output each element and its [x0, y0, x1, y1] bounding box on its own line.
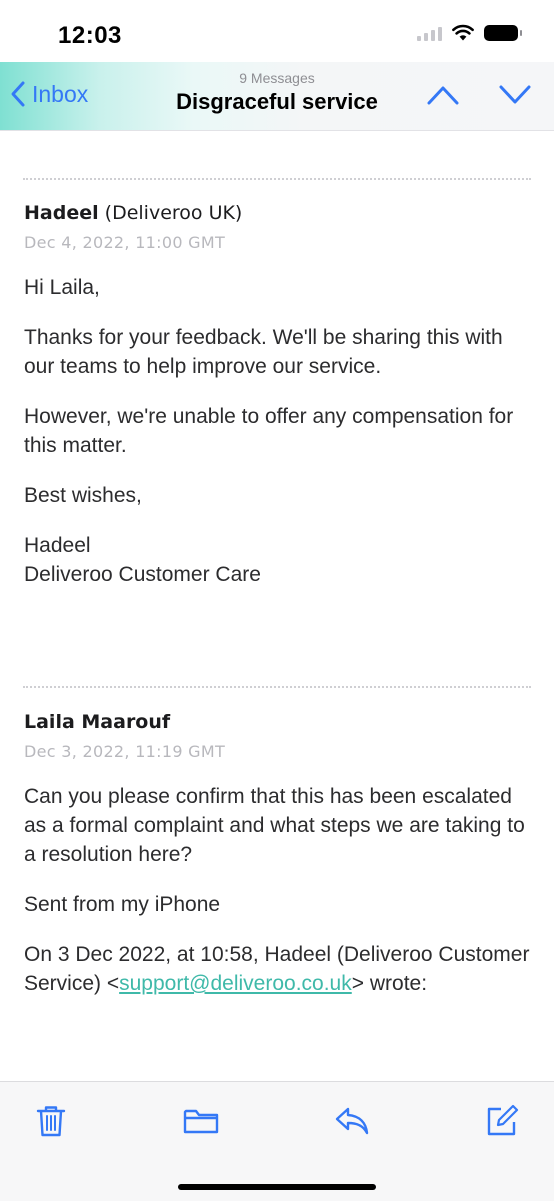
- compose-icon[interactable]: [485, 1104, 519, 1138]
- body-paragraph: However, we're unable to offer any compe…: [24, 405, 514, 457]
- body-paragraph: Hi Laila,: [24, 276, 100, 299]
- message-item[interactable]: Hadeel (Deliveroo UK) Dec 4, 2022, 11:00…: [24, 201, 534, 610]
- home-indicator[interactable]: [178, 1184, 376, 1190]
- trash-icon[interactable]: [36, 1104, 66, 1138]
- message-item[interactable]: Laila Maarouf Dec 3, 2022, 11:19 GMT Can…: [24, 710, 534, 1019]
- navigation-bar: Inbox 9 Messages Disgraceful service: [0, 62, 554, 131]
- folder-icon[interactable]: [183, 1107, 219, 1135]
- message-count: 9 Messages: [239, 70, 315, 86]
- bottom-toolbar: [0, 1081, 554, 1201]
- thread-title: 9 Messages Disgraceful service: [150, 70, 404, 115]
- message-date: Dec 3, 2022, 11:19 GMT: [24, 742, 226, 761]
- sender-name: Hadeel: [24, 202, 99, 224]
- wifi-icon: [452, 24, 474, 41]
- message-body: Can you please confirm that this has bee…: [24, 782, 534, 998]
- body-paragraph: Thanks for your feedback. We'll be shari…: [24, 326, 503, 378]
- quoted-header: On 3 Dec 2022, at 10:58, Hadeel (Deliver…: [24, 940, 534, 998]
- status-time: 12:03: [58, 22, 122, 49]
- status-icons: [417, 24, 522, 41]
- back-to-inbox-button[interactable]: Inbox: [10, 80, 88, 108]
- sender-organization: (Deliveroo UK): [104, 202, 243, 224]
- message-divider: [23, 178, 531, 180]
- message-thread[interactable]: Hadeel (Deliveroo UK) Dec 4, 2022, 11:00…: [0, 131, 554, 1081]
- message-date: Dec 4, 2022, 11:00 GMT: [24, 233, 226, 252]
- body-paragraph: Can you please confirm that this has bee…: [24, 785, 525, 866]
- chevron-up-icon[interactable]: [426, 84, 460, 106]
- signature-team: Deliveroo Customer Care: [24, 563, 261, 586]
- message-sender: Laila Maarouf: [24, 710, 534, 734]
- message-sender: Hadeel (Deliveroo UK): [24, 201, 534, 225]
- status-bar: 12:03: [0, 0, 554, 62]
- support-email-link[interactable]: support@deliveroo.co.uk: [119, 972, 352, 995]
- reply-icon[interactable]: [334, 1106, 370, 1136]
- body-paragraph: Best wishes,: [24, 484, 142, 507]
- thread-navigation: [426, 84, 532, 106]
- message-body: Hi Laila, Thanks for your feedback. We'l…: [24, 273, 534, 589]
- quote-wrote: wrote:: [369, 972, 428, 995]
- chevron-left-icon: [11, 81, 25, 107]
- thread-subject: Disgraceful service: [176, 89, 378, 114]
- battery-icon: [484, 24, 522, 41]
- signature-name: Hadeel: [24, 534, 91, 557]
- signature: Hadeel Deliveroo Customer Care: [24, 531, 534, 589]
- chevron-down-icon[interactable]: [498, 84, 532, 106]
- cellular-signal-icon: [417, 25, 442, 41]
- sender-name: Laila Maarouf: [24, 711, 171, 733]
- body-paragraph: Sent from my iPhone: [24, 893, 221, 916]
- message-divider: [23, 686, 531, 688]
- back-button-label: Inbox: [32, 80, 89, 107]
- quote-end: >: [351, 972, 365, 995]
